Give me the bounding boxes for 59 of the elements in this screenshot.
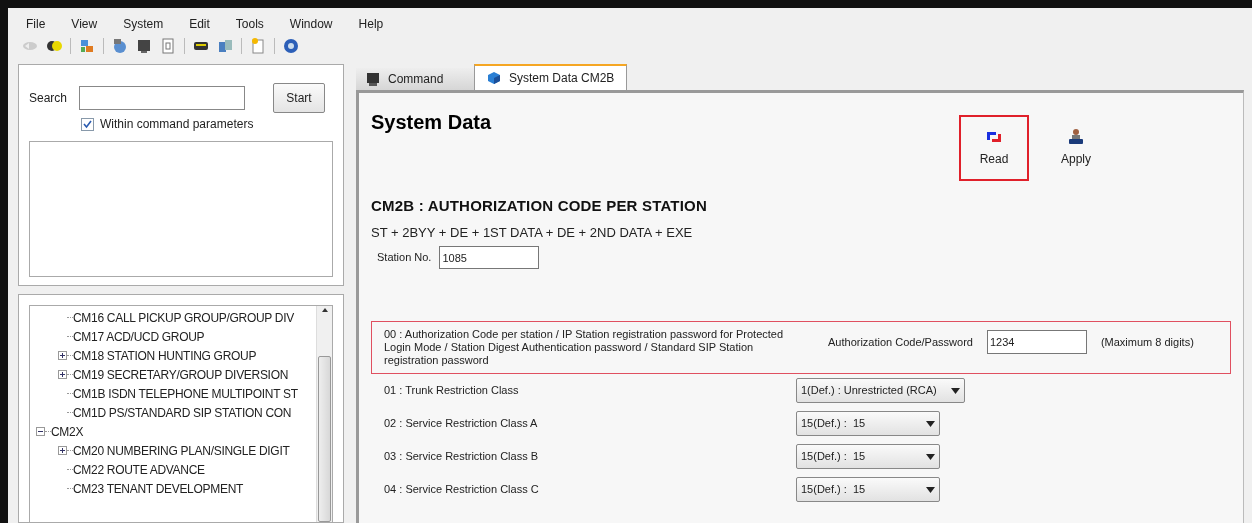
- collapse-icon[interactable]: [36, 427, 45, 436]
- menu-item[interactable]: Help: [358, 15, 384, 33]
- dropdown[interactable]: 15(Def.) : 15: [796, 477, 940, 502]
- monitor-icon: [366, 72, 380, 86]
- field-label: Station No.: [377, 250, 432, 266]
- dropdown[interactable]: 15(Def.) : 15: [796, 444, 940, 469]
- menu-item[interactable]: System: [123, 15, 164, 33]
- tree-item[interactable]: CM22 ROUTE ADVANCE: [73, 460, 205, 479]
- section-heading: CM2B : AUTHORIZATION CODE PER STATION: [371, 196, 708, 216]
- checkbox-label: Within command parameters: [100, 116, 254, 133]
- read-button[interactable]: Read: [959, 115, 1029, 181]
- tab[interactable]: Command: [356, 68, 474, 90]
- field-label: 04 : Service Restriction Class C: [384, 482, 540, 498]
- field-label: 02 : Service Restriction Class A: [384, 416, 539, 432]
- stamp-icon: [1067, 128, 1085, 146]
- expand-icon[interactable]: [58, 446, 67, 455]
- hint-text: (Maximum 8 digits): [1100, 335, 1194, 350]
- dropdown[interactable]: 15(Def.) : 15: [796, 411, 940, 436]
- dropdown[interactable]: 1(Def.) : Unrestricted (RCA): [796, 378, 965, 403]
- tree-item[interactable]: CM17 ACD/UCD GROUP: [73, 327, 205, 346]
- menu-item[interactable]: Tools: [235, 15, 264, 33]
- caret-icon: [926, 420, 935, 427]
- caret-icon: [926, 453, 935, 460]
- tree-item[interactable]: CM1B ISDN TELEPHONE MULTIPOINT ST: [73, 384, 298, 403]
- scrollbar-thumb[interactable]: [318, 356, 331, 522]
- password-field[interactable]: 1234: [986, 330, 1087, 354]
- apply-button[interactable]: Apply: [1041, 115, 1111, 181]
- search-field[interactable]: [79, 86, 246, 110]
- tree-item[interactable]: CM18 STATION HUNTING GROUP: [73, 346, 257, 365]
- tree-item[interactable]: CM19 SECRETARY/GROUP DIVERSION: [73, 365, 289, 384]
- command-sequence: ST + 2BYY + DE + 1ST DATA + DE + 2ND DATA + EXE: [371, 223, 694, 242]
- monitor-icon[interactable]: [136, 38, 152, 54]
- caret-icon: [950, 387, 960, 394]
- scroll-up-icon[interactable]: [320, 306, 329, 314]
- tree-item[interactable]: CM16 CALL PICKUP GROUP/GROUP DIV: [73, 308, 294, 327]
- tree-item[interactable]: CM20 NUMBERING PLAN/SINGLE DIGIT: [73, 441, 290, 460]
- page-title: System Data: [371, 110, 492, 135]
- menu-item[interactable]: Edit: [189, 15, 210, 33]
- station-field[interactable]: 1085: [439, 246, 540, 269]
- checkbox[interactable]: [81, 117, 94, 131]
- tab[interactable]: System Data CM2B: [474, 64, 628, 90]
- expand-icon[interactable]: [58, 370, 67, 379]
- menu-item[interactable]: View: [71, 15, 98, 33]
- search-label: Search: [29, 90, 68, 107]
- menu-item[interactable]: Window: [289, 15, 333, 33]
- caret-icon: [926, 486, 935, 493]
- tree-item[interactable]: CM1D PS/STANDARD SIP STATION CON: [73, 403, 292, 422]
- field-label: 01 : Trunk Restriction Class: [384, 383, 520, 399]
- start-button[interactable]: Start: [273, 83, 326, 113]
- tree-item[interactable]: CM23 TENANT DEVELOPMENT: [73, 479, 244, 498]
- field-label: Authorization Code/Password: [828, 335, 973, 350]
- field-label: 00 : Authorization Code per station / IP Station registration password for Protected Login Mode / Station Digest Authentication password / Standard SIP Station registration password: [384, 328, 785, 367]
- menu-item[interactable]: File: [26, 15, 46, 33]
- expand-icon[interactable]: [58, 351, 67, 360]
- field-label: 03 : Service Restriction Class B: [384, 449, 540, 465]
- globe-icon[interactable]: [112, 38, 128, 54]
- document-icon[interactable]: [160, 38, 176, 54]
- tree-item[interactable]: CM2X: [51, 422, 84, 441]
- cube-icon: [487, 71, 501, 85]
